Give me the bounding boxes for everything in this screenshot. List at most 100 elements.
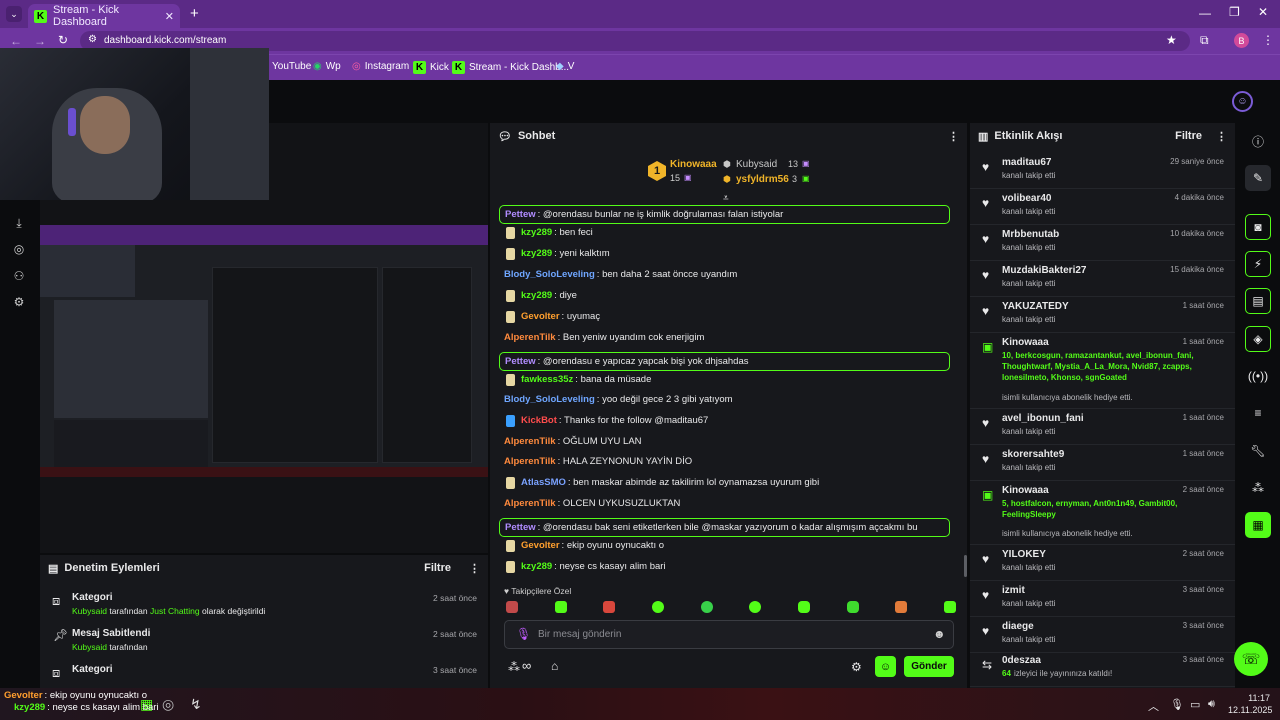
site-info-icon[interactable]: ⚙	[88, 34, 97, 45]
lightning-icon[interactable]: ⚡︎	[1245, 251, 1271, 277]
chat-message[interactable]: Gevolter: uyumaç	[506, 310, 600, 324]
chat-username[interactable]: kzy289	[521, 226, 552, 240]
chat-message-highlighted[interactable]: Pettew: @orendasu bunlar ne iş kimlik do…	[499, 205, 950, 224]
tab-close-icon[interactable]: ✕	[165, 10, 174, 23]
emote-icon[interactable]	[943, 601, 956, 613]
emote-icon[interactable]	[895, 601, 908, 613]
bookmark-instagram[interactable]: ◎ Instagram	[352, 61, 409, 72]
taskbar-time[interactable]: 11:17	[1244, 693, 1270, 703]
stream-preview-video[interactable]	[40, 225, 488, 477]
emote-icon[interactable]	[797, 601, 810, 613]
taskbar-date[interactable]: 12.11.2025	[1228, 705, 1272, 715]
window-close-icon[interactable]: ✕	[1258, 5, 1268, 19]
activity-item[interactable]: ♥ avel_ibonun_fani 1 saat önce kanalı takip…	[970, 409, 1235, 445]
activity-item[interactable]: ♥ skorersahte9 1 saat önce kanalı takip ett…	[970, 445, 1235, 481]
chat-username[interactable]: AlperenTilk	[504, 497, 556, 511]
chat-username[interactable]: kzy289	[521, 247, 552, 261]
forward-icon[interactable]: →	[34, 34, 46, 48]
extensions-icon[interactable]: ⧉	[1200, 33, 1209, 48]
network-icon[interactable]: ▭	[1190, 698, 1200, 711]
activity-item[interactable]: ♥ YAKUZATEDY 1 saat önce kanalı takip etti	[970, 297, 1235, 333]
emote-icon[interactable]	[651, 601, 664, 613]
share-icon[interactable]: ⁂	[1245, 475, 1271, 501]
capture-icon[interactable]: ◙	[1245, 214, 1271, 240]
activity-menu-icon[interactable]: ⋮	[1216, 130, 1227, 143]
emote-icon[interactable]	[846, 601, 859, 613]
taskbar-steam-icon[interactable]: ◎	[162, 696, 174, 713]
activity-item[interactable]: ♥ YILOKEY 2 saat önce kanalı takip etti	[970, 545, 1235, 581]
bookmark-stream-dashboard[interactable]: K Stream - Kick Dashb...	[452, 61, 569, 74]
chat-message[interactable]: Blody_SoloLeveling: yoo değil gece 2 3 g…	[504, 393, 733, 407]
chat-username[interactable]: KickBot	[521, 414, 557, 428]
green-tool-icon[interactable]: ▦	[1245, 512, 1271, 538]
document-icon[interactable]: ▤	[1245, 288, 1271, 314]
moderation-filter-button[interactable]: Filtre	[424, 562, 451, 574]
broadcast-icon[interactable]: ((•))	[1245, 363, 1271, 389]
chat-username[interactable]: Pettew	[505, 355, 536, 369]
emote-icon[interactable]	[554, 601, 567, 613]
browser-tab[interactable]: K Stream - Kick Dashboard ✕	[28, 4, 180, 28]
bookmark-v[interactable]: ◆ V	[556, 61, 574, 72]
chat-menu-icon[interactable]: ⋮	[948, 130, 959, 143]
chat-tools-icon[interactable]: ⁂	[508, 660, 520, 674]
chat-message[interactable]: Blody_SoloLeveling: ben daha 2 saat öncc…	[504, 268, 737, 282]
profile-avatar[interactable]: B	[1234, 33, 1249, 48]
user-avatar[interactable]: ☺	[1232, 91, 1253, 112]
chat-username[interactable]: Pettew	[505, 208, 536, 222]
chat-input-box[interactable]: 🎙︎ Bir mesaj gönderin ☻	[504, 620, 954, 649]
volume-icon[interactable]: 🔊︎	[1208, 698, 1215, 711]
store-icon[interactable]: ⌂	[551, 659, 558, 673]
users-icon[interactable]: ⚇	[11, 268, 27, 284]
chat-username[interactable]: AtlasSMO	[521, 476, 566, 490]
chat-username[interactable]: AlperenTilk	[504, 331, 556, 345]
bookmark-youtube[interactable]: YouTube	[272, 61, 311, 72]
chat-message[interactable]: AtlasSMO: ben maskar abimde az takilirim…	[506, 476, 819, 490]
chat-username[interactable]: Gevolter	[521, 310, 560, 324]
bookmark-kick[interactable]: K Kick	[413, 61, 449, 74]
activity-item[interactable]: ♥ Mrbbenutab 10 dakika önce kanalı takip et…	[970, 225, 1235, 261]
kick-emote-button[interactable]: ☺	[875, 656, 896, 677]
activity-item[interactable]: ♥ MuzdakiBakteri27 15 dakika önce kanalı ta…	[970, 261, 1235, 297]
maximize-icon[interactable]: ❐	[1229, 5, 1240, 19]
chat-username[interactable]: fawkess35z	[521, 373, 573, 387]
chat-message[interactable]: Gevolter: ekip oyunu oynucaktı o	[506, 539, 664, 553]
chat-message[interactable]: kzy289: yeni kalktım	[506, 247, 610, 261]
chat-message[interactable]: KickBot: Thanks for the follow @maditau6…	[506, 414, 708, 428]
support-button[interactable]: ☏	[1234, 642, 1268, 676]
minimize-icon[interactable]: —	[1199, 6, 1211, 20]
activity-item[interactable]: ♥ izmit 3 saat önce kanalı takip etti	[970, 581, 1235, 617]
bookmark-whatsapp[interactable]: ◉ Wp	[313, 61, 341, 72]
chat-message[interactable]: AlperenTilk: HALA ZEYNONUN YAYİN DİO	[504, 455, 692, 469]
chat-username[interactable]: Blody_SoloLeveling	[504, 268, 595, 282]
microphone-icon[interactable]: 🎙︎	[516, 627, 531, 641]
tab-search-icon[interactable]: ⌄	[6, 6, 22, 22]
edit-icon[interactable]: ✎	[1245, 165, 1271, 191]
chat-message[interactable]: kzy289: neyse cs kasayı alim bari	[506, 560, 666, 574]
chat-message-highlighted[interactable]: Pettew: @orendasu e yapıcaz yapcak bişi …	[499, 352, 950, 371]
activity-item[interactable]: ♥ volibear40 4 dakika önce kanalı takip ett…	[970, 189, 1235, 225]
stack-icon[interactable]: ≡	[1245, 400, 1271, 426]
taskbar-app-icon[interactable]: ↯	[190, 696, 202, 713]
chat-username[interactable]: Blody_SoloLeveling	[504, 393, 595, 407]
infinity-icon[interactable]: ∞	[522, 658, 531, 673]
activity-filter-button[interactable]: Filtre	[1175, 130, 1202, 142]
activity-item[interactable]: ▣ Kinowaaa 1 saat önce 10, berkcosgun, rama…	[970, 333, 1235, 409]
emote-icon[interactable]	[506, 601, 518, 613]
activity-item[interactable]: ▣ Kinowaaa 2 saat önce 5, hostfalcon, ernym…	[970, 481, 1235, 545]
send-button[interactable]: Gönder	[904, 656, 954, 677]
microphone-tray-icon[interactable]: 🎙︎	[1170, 698, 1184, 711]
chat-username[interactable]: AlperenTilk	[504, 455, 556, 469]
bookmark-star-icon[interactable]: ★	[1166, 33, 1177, 47]
activity-item[interactable]: ♥ maditau67 29 saniye önce kanalı takip ett…	[970, 153, 1235, 189]
reload-icon[interactable]: ↻	[58, 33, 68, 47]
moderation-menu-icon[interactable]: ⋮	[469, 562, 480, 575]
activity-item[interactable]: ♥ diaege 3 saat önce kanalı takip etti	[970, 617, 1235, 653]
chat-scrollbar[interactable]	[964, 555, 967, 577]
chat-username[interactable]: kzy289	[521, 289, 552, 303]
chat-message[interactable]: AlperenTilk: OLCEN UYKUSUZLUKTAN	[504, 497, 680, 511]
target-icon[interactable]: ◎	[11, 241, 27, 257]
emote-icon[interactable]	[700, 601, 713, 613]
new-tab-button[interactable]: +	[190, 5, 199, 22]
browser-menu-icon[interactable]: ⋮	[1262, 33, 1274, 47]
chat-message[interactable]: fawkess35z: bana da müsade	[506, 373, 651, 387]
